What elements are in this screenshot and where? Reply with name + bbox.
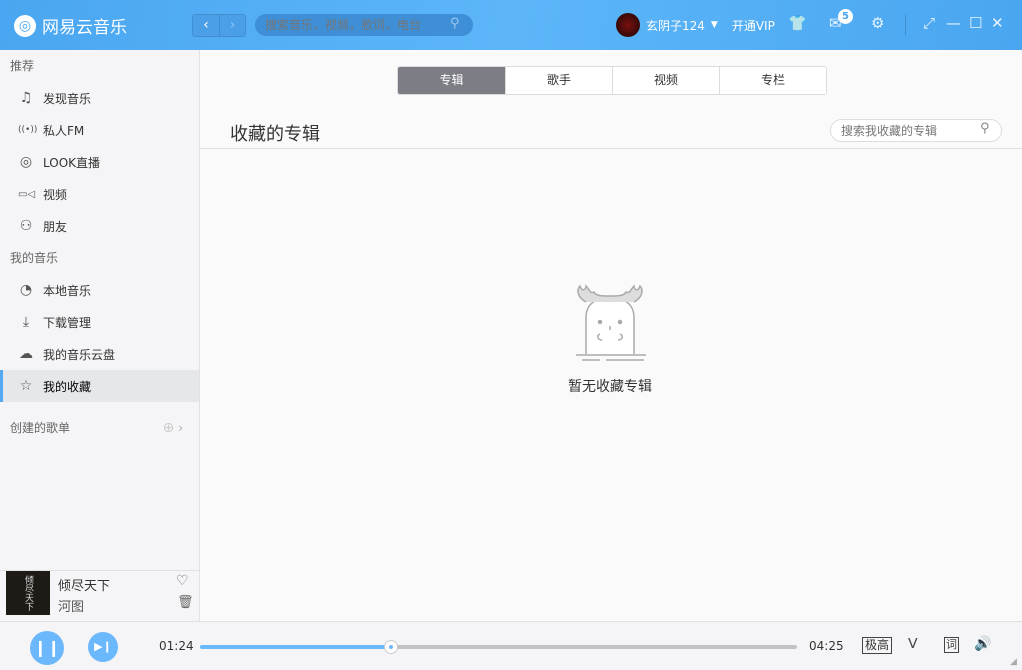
close-icon[interactable]: ✕	[991, 14, 1004, 32]
mail-badge: 5	[838, 9, 853, 24]
artist-name[interactable]: 河图	[58, 596, 84, 615]
section-title: 我的音乐	[0, 242, 199, 274]
disc-icon: ◔	[18, 282, 34, 298]
forward-button[interactable]: ›	[219, 15, 245, 36]
empty-moose-icon	[572, 282, 652, 362]
sidebar-item-downloads[interactable]: ⤓ 下载管理	[0, 306, 199, 338]
sidebar-item-label: 私人FM	[43, 122, 84, 139]
sidebar-item-friends[interactable]: ⚇ 朋友	[0, 210, 199, 242]
section-title: 推荐	[0, 50, 199, 82]
now-playing: 倾尽天下 倾尽天下 河图 ♡ 🗑	[0, 570, 200, 621]
sidebar-item-label: 我的音乐云盘	[43, 346, 115, 363]
vip-link[interactable]: 开通VIP	[732, 17, 775, 34]
sidebar-item-favorites[interactable]: ☆ 我的收藏	[0, 370, 199, 402]
title-bar: ◎网易云音乐 ‹› ⚲ 玄阴子124▼开通VIP 👕 ✉ 5 ⚙ ⤢ — ☐ ✕	[0, 0, 1022, 50]
progress-fill	[200, 645, 391, 649]
sidebar-item-cloud[interactable]: ☁ 我的音乐云盘	[0, 338, 199, 370]
progress-slider[interactable]	[200, 645, 797, 649]
divider	[905, 15, 906, 35]
current-time: 01:24	[159, 639, 194, 653]
app-title: 网易云音乐	[42, 13, 127, 38]
trash-icon[interactable]: 🗑	[177, 595, 194, 610]
divider	[200, 148, 1022, 149]
sidebar-item-fm[interactable]: ((•)) 私人FM	[0, 114, 199, 146]
created-playlists-header[interactable]: 创建的歌单 ⊕ ›	[0, 412, 199, 444]
empty-state-text: 暂无收藏专辑	[568, 376, 652, 396]
mode-icon[interactable]: ⴸ	[908, 636, 918, 652]
progress-knob[interactable]	[384, 640, 398, 654]
avatar[interactable]	[616, 13, 640, 37]
resize-grip-icon[interactable]: ◢	[1010, 657, 1017, 667]
total-time: 04:25	[809, 639, 844, 653]
sidebar: 推荐 ♫ 发现音乐 ((•)) 私人FM ◎ LOOK直播 ▭◁ 视频 ⚇ 朋友 我的音乐…	[0, 50, 200, 570]
album-search-input[interactable]	[830, 119, 1002, 142]
sidebar-item-local[interactable]: ◔ 本地音乐	[0, 274, 199, 306]
back-button[interactable]: ‹	[193, 15, 219, 36]
quality-button[interactable]: 极高	[862, 637, 892, 654]
maximize-icon[interactable]: ☐	[969, 14, 982, 32]
radio-icon: ((•))	[18, 125, 34, 135]
mini-mode-icon[interactable]: ⤢	[923, 14, 935, 32]
pause-button[interactable]: ❙❙	[30, 631, 64, 665]
next-button[interactable]: ▶❙	[88, 632, 118, 662]
volume-icon[interactable]: 🔊	[974, 636, 991, 652]
page-title: 收藏的专辑	[230, 120, 320, 146]
download-icon: ⤓	[18, 314, 34, 330]
tab-albums[interactable]: 专辑	[398, 67, 505, 94]
chevron-right-icon[interactable]: ›	[178, 421, 183, 435]
search-input[interactable]	[255, 14, 473, 36]
tab-videos[interactable]: 视频	[612, 67, 719, 94]
heart-icon[interactable]: ♡	[176, 573, 189, 589]
caret-down-icon[interactable]: ▼	[711, 20, 718, 30]
netease-logo-icon: ◎	[14, 15, 36, 37]
sidebar-item-video[interactable]: ▭◁ 视频	[0, 178, 199, 210]
main-content: 专辑 歌手 视频 专栏 收藏的专辑 ⚲ 暂无收藏专辑	[200, 50, 1022, 621]
history-nav: ‹›	[192, 14, 246, 37]
section-title: 创建的歌单	[10, 412, 70, 444]
song-title[interactable]: 倾尽天下	[58, 575, 110, 594]
sidebar-item-discover[interactable]: ♫ 发现音乐	[0, 82, 199, 114]
sidebar-item-label: 朋友	[43, 218, 67, 235]
tab-artists[interactable]: 歌手	[505, 67, 612, 94]
user-star-icon: ☆	[18, 378, 34, 394]
search-icon[interactable]: ⚲	[980, 121, 990, 136]
minimize-icon[interactable]: —	[946, 14, 961, 32]
user-menu[interactable]: 玄阴子124 ▼ 开通VIP	[616, 13, 775, 37]
video-camera-icon: ▭◁	[18, 189, 34, 200]
sidebar-item-label: 我的收藏	[43, 378, 91, 395]
settings-icon[interactable]: ⚙	[871, 14, 884, 32]
player-bar: ❙❙ ▶❙ 01:24 04:25 极高 ⴸ 词 🔊 ◢	[0, 621, 1022, 670]
app-logo[interactable]: ◎ 网易云音乐	[14, 13, 127, 38]
cloud-icon: ☁	[18, 346, 34, 362]
live-icon: ◎	[18, 154, 34, 170]
search-icon[interactable]: ⚲	[450, 16, 460, 31]
sidebar-item-label: 本地音乐	[43, 282, 91, 299]
tab-bar: 专辑 歌手 视频 专栏	[397, 66, 827, 95]
sidebar-item-look[interactable]: ◎ LOOK直播	[0, 146, 199, 178]
sidebar-item-label: 发现音乐	[43, 90, 91, 107]
friends-icon: ⚇	[18, 218, 34, 234]
tab-columns[interactable]: 专栏	[719, 67, 826, 94]
add-playlist-icon[interactable]: ⊕	[163, 420, 175, 436]
sidebar-item-label: LOOK直播	[43, 154, 100, 171]
music-note-icon: ♫	[18, 90, 34, 106]
username[interactable]: 玄阴子124	[646, 17, 705, 34]
sidebar-item-label: 下载管理	[43, 314, 91, 331]
album-cover[interactable]: 倾尽天下	[6, 571, 50, 615]
skin-icon[interactable]: 👕	[788, 14, 807, 32]
sidebar-item-label: 视频	[43, 186, 67, 203]
lyrics-button[interactable]: 词	[944, 637, 959, 653]
